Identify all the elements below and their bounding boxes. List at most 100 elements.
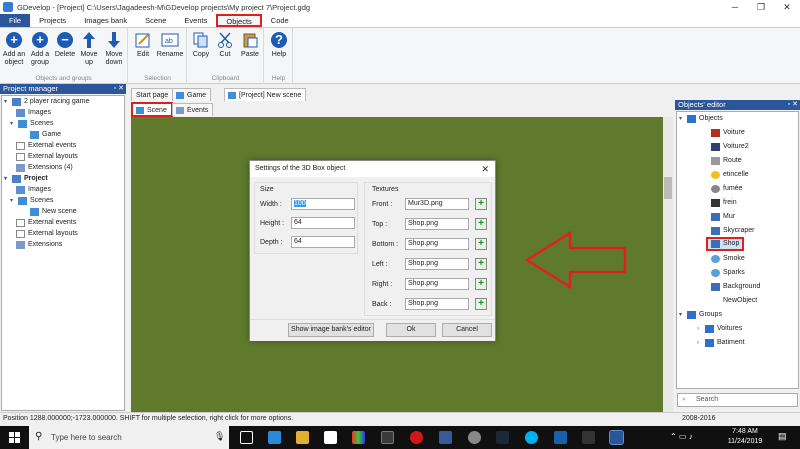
tab-new-scene[interactable]: [Project] New scene — [224, 88, 307, 101]
texture-front-input[interactable]: Mur3D.png — [405, 198, 469, 210]
texture-back-pick-button[interactable]: + — [475, 298, 487, 310]
show-image-bank-button[interactable]: Show image bank's editor — [288, 323, 374, 337]
scrollbar-thumb[interactable] — [664, 177, 672, 199]
tab-objects[interactable]: Objects — [216, 14, 262, 27]
close-icon[interactable]: ✕ — [481, 161, 489, 177]
tree-item-scenes-2[interactable]: ▾ Scenes — [10, 196, 53, 206]
texture-left-pick-button[interactable]: + — [475, 258, 487, 270]
app-icon-clapper[interactable] — [582, 431, 595, 444]
texture-back-input[interactable]: Shop.png — [405, 298, 469, 310]
close-icon[interactable]: ✕ — [774, 2, 800, 13]
group-voitures[interactable]: › Voitures — [697, 324, 742, 334]
app-icon-blue[interactable] — [554, 431, 567, 444]
texture-left-input[interactable]: Shop.png — [405, 258, 469, 270]
panel-close-icon[interactable]: ▫ ✕ — [114, 84, 124, 94]
scene-scrollbar[interactable] — [663, 117, 673, 412]
object-shop[interactable]: Shop — [705, 237, 745, 251]
tree-item-extensions-2[interactable]: Extensions — [16, 240, 62, 250]
delete-button[interactable]: − Delete — [54, 31, 76, 59]
object-skycraper[interactable]: Skycraper — [711, 226, 755, 236]
add-group-button[interactable]: + Add a group — [28, 31, 52, 67]
notification-icon[interactable]: ▤ — [778, 431, 787, 442]
opera-icon[interactable] — [410, 431, 423, 444]
tree-item-external-events[interactable]: External events — [16, 141, 76, 151]
tree-item-new-scene[interactable]: New scene — [30, 207, 77, 217]
object-smoke[interactable]: Smoke — [711, 254, 745, 264]
ok-button[interactable]: Ok — [386, 323, 436, 337]
tab-scene[interactable]: Scene — [136, 14, 175, 27]
paste-button[interactable]: Paste — [238, 31, 262, 59]
texture-right-input[interactable]: Shop.png — [405, 278, 469, 290]
texture-right-pick-button[interactable]: + — [475, 278, 487, 290]
tray-icons[interactable]: ⌃ ▭ ♪ — [670, 432, 693, 441]
move-up-button[interactable]: Move up — [78, 31, 100, 67]
copy-button[interactable]: Copy — [190, 31, 212, 59]
add-object-button[interactable]: + Add an object — [2, 31, 26, 67]
object-etincelle[interactable]: etincelle — [711, 170, 749, 180]
object-background[interactable]: Background — [711, 282, 760, 292]
rename-button[interactable]: ab Rename — [156, 31, 184, 59]
tab-start-page[interactable]: Start page — [131, 88, 174, 101]
task-view-icon[interactable] — [240, 431, 253, 444]
cancel-button[interactable]: Cancel — [442, 323, 492, 337]
clock-time[interactable]: 7:48 AM — [725, 428, 765, 435]
help-button[interactable]: ? Help — [268, 31, 290, 59]
tree-item-scene-game[interactable]: Game — [30, 130, 61, 140]
tab-file[interactable]: File — [0, 14, 31, 27]
texture-bottom-pick-button[interactable]: + — [475, 238, 487, 250]
tab-events-view[interactable]: Events — [172, 103, 214, 116]
object-mur[interactable]: Mur — [711, 212, 735, 222]
texture-top-input[interactable]: Shop.png — [405, 218, 469, 230]
tab-code[interactable]: Code — [262, 14, 298, 27]
taskbar-search-box[interactable]: ⚲ Type here to search 🎙 — [29, 426, 229, 449]
tree-item-extensions[interactable]: Extensions (4) — [16, 163, 73, 173]
panel-close-icon[interactable]: ▫ ✕ — [788, 100, 798, 110]
group-batiment[interactable]: › Batiment — [697, 338, 745, 348]
steam-icon[interactable] — [496, 431, 509, 444]
tree-item-external-layouts-2[interactable]: External layouts — [16, 229, 78, 239]
cut-button[interactable]: Cut — [214, 31, 236, 59]
gdevelop-task-icon[interactable] — [609, 430, 624, 445]
tree-item-game-project[interactable]: ▾ 2 player racing game — [4, 97, 89, 107]
object-sparks[interactable]: Sparks — [711, 268, 745, 278]
skype-icon[interactable] — [525, 431, 538, 444]
tree-item-external-layouts[interactable]: External layouts — [16, 152, 78, 162]
texture-bottom-input[interactable]: Shop.png — [405, 238, 469, 250]
object-route[interactable]: Route — [711, 156, 742, 166]
file-explorer-icon[interactable] — [296, 431, 309, 444]
tree-item-images[interactable]: Images — [16, 108, 51, 118]
minimize-icon[interactable]: ─ — [722, 2, 748, 12]
height-input[interactable]: 64 — [291, 217, 355, 229]
move-down-button[interactable]: Move down — [102, 31, 126, 67]
edit-button[interactable]: Edit — [132, 31, 154, 59]
tab-events[interactable]: Events — [175, 14, 216, 27]
maximize-icon[interactable]: ❐ — [748, 2, 774, 13]
clock-date[interactable]: 11/24/2019 — [725, 438, 765, 445]
object-voiture2[interactable]: Voiture2 — [711, 142, 749, 152]
store-icon[interactable] — [324, 431, 337, 444]
settings-icon[interactable] — [468, 431, 481, 444]
tree-item-objects-root[interactable]: ▾ Objects — [679, 114, 723, 124]
tab-scene-view[interactable]: Scene — [131, 102, 173, 117]
app-icon-dark[interactable] — [381, 431, 394, 444]
app-icon-colorful[interactable] — [352, 431, 365, 444]
edge-icon[interactable] — [268, 431, 281, 444]
facebook-icon[interactable] — [439, 431, 452, 444]
windows-start-icon[interactable] — [9, 432, 20, 443]
object-new-object[interactable]: NewObject — [723, 296, 757, 306]
tree-item-scenes[interactable]: ▾ Scenes — [10, 119, 53, 129]
object-voiture[interactable]: Voiture — [711, 128, 745, 138]
tree-item-groups[interactable]: ▾ Groups — [679, 310, 722, 320]
search-input[interactable]: Search — [677, 393, 798, 407]
texture-front-pick-button[interactable]: + — [475, 198, 487, 210]
object-fumee[interactable]: fumée — [711, 184, 742, 194]
object-frein[interactable]: frein — [711, 198, 737, 208]
width-input[interactable]: 100 — [291, 198, 355, 210]
tab-images-bank[interactable]: Images bank — [75, 14, 136, 27]
tree-item-project[interactable]: ▾ Project — [4, 174, 48, 184]
tab-game[interactable]: Game — [172, 88, 212, 101]
depth-input[interactable]: 64 — [291, 236, 355, 248]
texture-top-pick-button[interactable]: + — [475, 218, 487, 230]
tree-item-images-2[interactable]: Images — [16, 185, 51, 195]
tab-projects[interactable]: Projects — [30, 14, 75, 27]
